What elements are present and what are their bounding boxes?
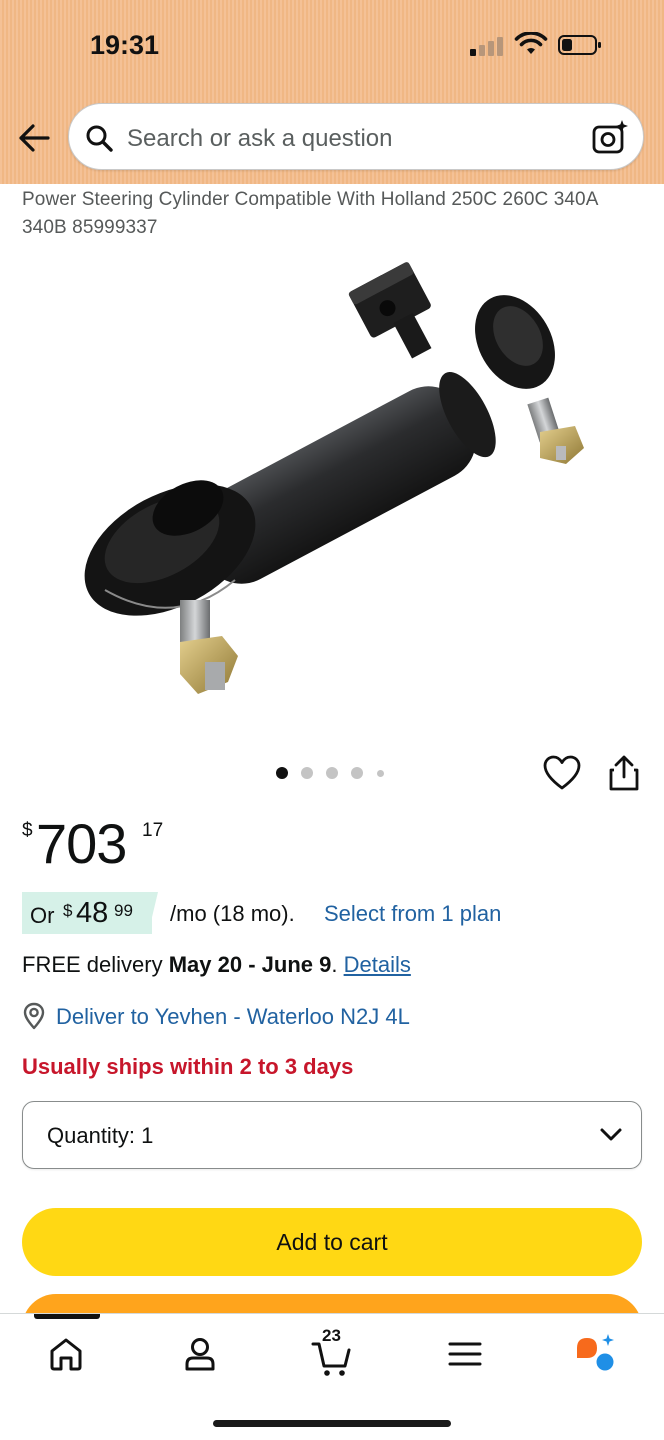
heart-icon[interactable]: [543, 755, 581, 791]
wifi-icon: [514, 32, 548, 54]
installment-amount: 48: [76, 897, 109, 929]
cellular-signal-icon: [470, 36, 506, 56]
delivery-dates: May 20 - June 9: [168, 952, 332, 977]
carousel-dot-2[interactable]: [301, 767, 313, 779]
installment-badge-tail: [148, 892, 158, 934]
carousel-dot-3[interactable]: [326, 767, 338, 779]
carousel-dot-4[interactable]: [351, 767, 363, 779]
bottom-navigation: 23: [0, 1313, 664, 1440]
quantity-value: 1: [141, 1123, 154, 1148]
delivery-info: FREE delivery May 20 - June 9. Details: [22, 952, 411, 978]
chevron-down-icon: [600, 1128, 622, 1141]
search-icon: [86, 125, 113, 152]
installment-currency: $: [63, 901, 73, 920]
rufus-icon[interactable]: [574, 1330, 618, 1374]
product-title[interactable]: Power Steering Cylinder Compatible With …: [22, 186, 642, 242]
delivery-separator: .: [331, 952, 338, 977]
cart-count-badge: 23: [322, 1326, 341, 1345]
search-input[interactable]: Search or ask a question: [127, 125, 393, 153]
carousel-dot-1[interactable]: [276, 767, 288, 779]
product-image[interactable]: [70, 250, 600, 720]
availability-status: Usually ships within 2 to 3 days: [22, 1054, 354, 1079]
active-tab-indicator: [34, 1314, 100, 1319]
installment-badge: Or $ 48 99: [22, 892, 152, 934]
installment-terms: /mo (18 mo).: [170, 901, 295, 926]
carousel-dot-5[interactable]: [377, 770, 384, 777]
select-plan-link[interactable]: Select from 1 plan: [324, 901, 501, 927]
quantity-selector[interactable]: Quantity: 1: [22, 1101, 642, 1169]
installment-offer: Or $ 48 99 /mo (18 mo). Select from 1 pl…: [22, 890, 662, 934]
deliver-to-text[interactable]: Deliver to Yevhen - Waterloo N2J 4L: [56, 1004, 410, 1030]
price-fraction: 17: [142, 820, 164, 841]
back-arrow-icon[interactable]: [16, 120, 52, 156]
share-icon[interactable]: [607, 754, 641, 792]
installment-cents: 99: [114, 901, 133, 920]
delivery-details-link[interactable]: Details: [344, 952, 411, 977]
status-time: 19:31: [90, 30, 160, 60]
add-to-cart-button[interactable]: Add to cart: [22, 1208, 642, 1276]
header: 19:31 Search or ask a question: [0, 0, 664, 184]
price-whole: 703: [36, 812, 127, 875]
search-bar[interactable]: Search or ask a question: [68, 103, 644, 170]
camera-search-icon[interactable]: [591, 118, 629, 156]
account-icon[interactable]: [180, 1334, 220, 1374]
delivery-prefix: FREE delivery: [22, 952, 163, 977]
quantity-label: Quantity: 1: [47, 1123, 154, 1148]
menu-icon[interactable]: [445, 1334, 485, 1374]
add-to-cart-label: Add to cart: [276, 1229, 388, 1255]
location-pin-icon: [23, 1002, 45, 1030]
price-currency: $: [22, 820, 33, 841]
installment-prefix: Or: [30, 903, 55, 928]
battery-icon: [558, 35, 601, 55]
home-icon[interactable]: [46, 1334, 86, 1374]
home-indicator: [213, 1420, 451, 1427]
